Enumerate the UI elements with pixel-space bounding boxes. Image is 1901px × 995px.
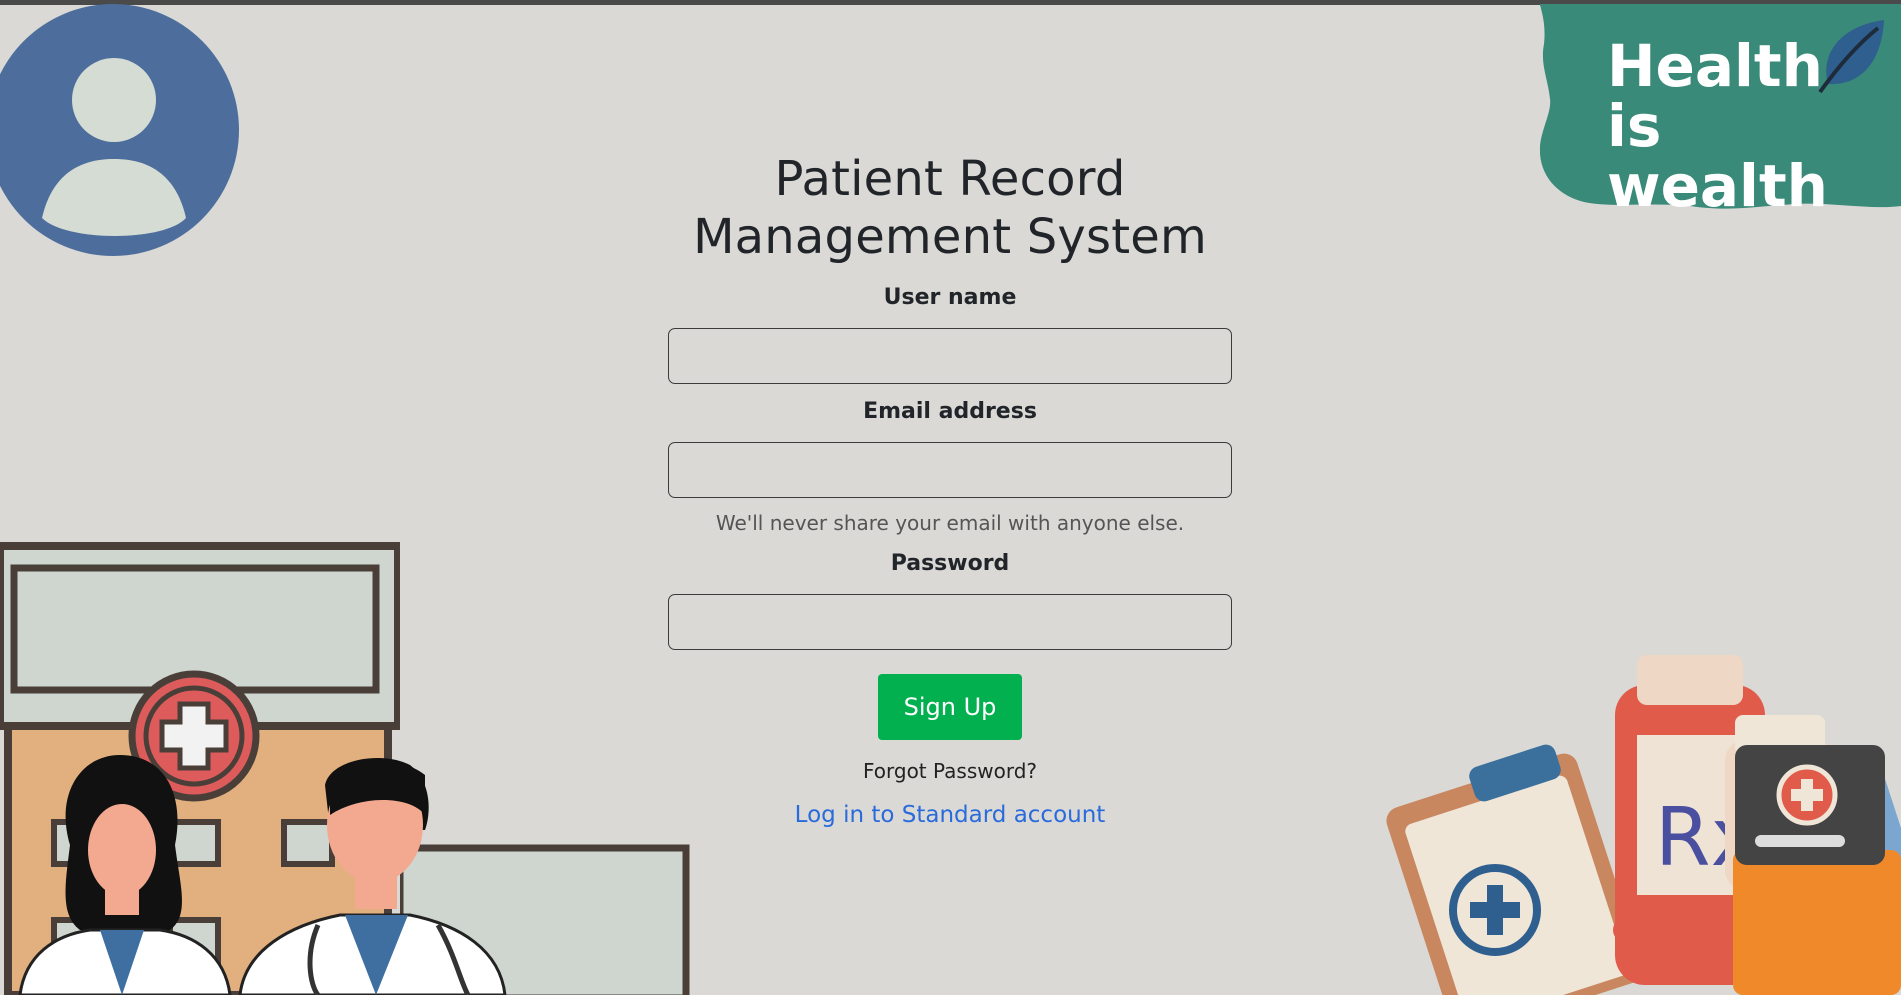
page-title: Patient Record Management System xyxy=(668,150,1232,266)
username-input[interactable] xyxy=(668,328,1232,384)
doctors-illustration xyxy=(18,755,507,995)
page-title-line-1: Patient Record xyxy=(774,151,1126,207)
badge-line-1: Health xyxy=(1607,32,1823,100)
user-avatar-icon xyxy=(0,4,239,256)
email-label: Email address xyxy=(863,399,1037,424)
badge-text: Health is wealth xyxy=(1607,36,1901,216)
medicine-illustration: Rx xyxy=(1386,655,1901,995)
sign-up-button[interactable]: Sign Up xyxy=(878,674,1022,740)
page-title-line-2: Management System xyxy=(693,209,1207,265)
forgot-password-link[interactable]: Forgot Password? xyxy=(668,758,1232,784)
email-input[interactable] xyxy=(668,442,1232,498)
password-input[interactable] xyxy=(668,594,1232,650)
badge-line-2: is wealth xyxy=(1607,92,1828,220)
password-label: Password xyxy=(890,551,1010,576)
email-help-text: We'll never share your email with anyone… xyxy=(715,511,1185,535)
username-label: User name xyxy=(883,285,1017,310)
signup-form: Patient Record Management System User na… xyxy=(668,150,1232,828)
standard-login-link[interactable]: Log in to Standard account xyxy=(795,802,1106,828)
